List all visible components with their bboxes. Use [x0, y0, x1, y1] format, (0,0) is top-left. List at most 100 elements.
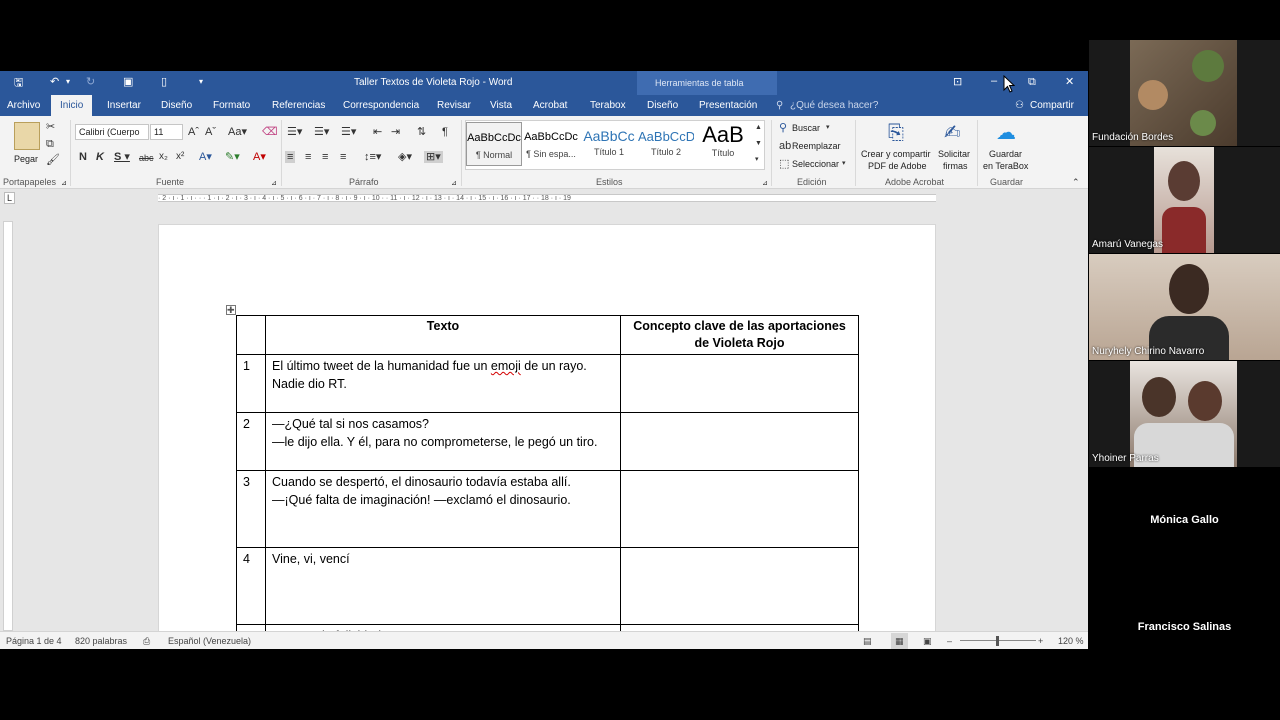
page-count[interactable]: Página 1 de 4	[6, 632, 62, 649]
replace-icon[interactable]: ab	[779, 140, 791, 152]
cut-icon[interactable]: ✂	[46, 121, 55, 133]
restore-icon[interactable]: ⧉	[1028, 76, 1036, 88]
format-painter-icon[interactable]: 🖌	[46, 154, 60, 166]
zoom-level[interactable]: 120 %	[1058, 632, 1084, 649]
text-effects-icon[interactable]: A▾	[199, 151, 212, 163]
create-pdf-label-2[interactable]: PDF de Adobe	[868, 161, 927, 171]
redo-icon[interactable]: ↻	[86, 76, 95, 88]
change-case-icon[interactable]: Aa▾	[228, 126, 247, 138]
tab-referencias[interactable]: Referencias	[272, 95, 325, 116]
terabox-save-label[interactable]: Guardar	[989, 149, 1022, 159]
subscript-icon[interactable]: x₂	[159, 151, 168, 163]
row-concept[interactable]	[620, 354, 859, 413]
align-left-icon[interactable]: ≡	[285, 151, 296, 163]
borders-icon[interactable]: ⊞▾	[424, 151, 443, 163]
print-layout-icon[interactable]: ▦	[891, 633, 908, 649]
row-concept[interactable]	[620, 412, 859, 471]
tab-revisar[interactable]: Revisar	[437, 95, 471, 116]
undo-icon[interactable]: ↶	[50, 76, 59, 88]
header-concepto[interactable]: Concepto clave de las aportaciones de Vi…	[620, 315, 859, 355]
misspelled-word[interactable]: emoji	[491, 359, 521, 373]
row-number[interactable]: 4	[236, 547, 266, 625]
style-titulo-2[interactable]: AaBbCcD Título 2	[638, 122, 694, 166]
bullets-icon[interactable]: ☰▾	[287, 126, 302, 138]
italic-icon[interactable]: K	[96, 151, 104, 163]
copy-icon[interactable]: ⧉	[46, 138, 54, 150]
superscript-icon[interactable]: x²	[176, 151, 184, 163]
tab-vista[interactable]: Vista	[490, 95, 512, 116]
decrease-indent-icon[interactable]: ⇤	[373, 126, 382, 138]
clear-formatting-icon[interactable]: ⌫	[262, 126, 278, 138]
row-text[interactable]: Cuando se despertó, el dinosaurio todaví…	[265, 470, 621, 548]
styles-scroll-down-icon[interactable]: ▼	[755, 138, 762, 150]
find-button[interactable]: Buscar	[792, 123, 820, 133]
share-button[interactable]: Compartir	[1030, 95, 1074, 116]
select-button[interactable]: Seleccionar	[792, 159, 839, 169]
share-icon[interactable]: ⚇	[1015, 95, 1024, 116]
ruler-scale[interactable]: · 2 · ı · 1 · ı · · · 1 · ı · 2 · ı · 3 …	[158, 194, 936, 202]
paste-icon[interactable]	[14, 122, 40, 150]
strikethrough-icon[interactable]: abc	[139, 152, 154, 164]
numbering-icon[interactable]: ☰▾	[314, 126, 329, 138]
tab-acrobat[interactable]: Acrobat	[533, 95, 567, 116]
style-titulo[interactable]: AaB Título	[695, 122, 751, 166]
language-indicator[interactable]: Español (Venezuela)	[168, 632, 251, 649]
row-concept[interactable]	[620, 547, 859, 625]
zoom-in-icon[interactable]: +	[1038, 632, 1043, 649]
grow-font-icon[interactable]: Aˆ	[188, 126, 199, 138]
web-layout-icon[interactable]: ▣	[923, 632, 932, 649]
tab-selector-icon[interactable]: L	[4, 192, 16, 204]
participant-tile[interactable]: Amarú Vanegas	[1089, 147, 1280, 253]
tell-me-box[interactable]: ¿Qué desea hacer?	[790, 95, 878, 116]
tab-archivo[interactable]: Archivo	[7, 95, 40, 116]
document-page[interactable]: ✚ Texto Concepto clave de las aportacion…	[158, 224, 936, 644]
align-center-icon[interactable]: ≡	[305, 151, 311, 163]
proofing-icon[interactable]: ⎙	[143, 632, 150, 649]
minimize-icon[interactable]: –	[991, 75, 997, 87]
word-count[interactable]: 820 palabras	[75, 632, 127, 649]
row-concept[interactable]	[620, 470, 859, 548]
new-document-icon[interactable]: ▯	[161, 76, 167, 88]
request-signatures-icon[interactable]: ✍	[944, 122, 961, 144]
row-text[interactable]: Vine, vi, vencí	[265, 547, 621, 625]
row-number[interactable]: 1	[236, 354, 266, 413]
style-titulo-1[interactable]: AaBbCc Título 1	[581, 122, 637, 166]
justify-icon[interactable]: ≡	[340, 151, 346, 163]
bold-icon[interactable]: N	[79, 151, 87, 163]
tab-insertar[interactable]: Insertar	[107, 95, 141, 116]
participant-tile[interactable]: Yhoiner Parras	[1089, 361, 1280, 467]
request-signatures-label[interactable]: Solicitar	[938, 149, 970, 159]
undo-dropdown-icon[interactable]: ▾	[66, 76, 70, 88]
participant-tile[interactable]: Mónica Gallo	[1089, 468, 1280, 574]
terabox-cloud-icon[interactable]: ☁	[996, 122, 1016, 144]
find-dropdown-icon[interactable]: ▾	[826, 122, 830, 134]
clipboard-launcher-icon[interactable]: ⊿	[61, 178, 67, 190]
header-num[interactable]	[236, 315, 266, 355]
multilevel-list-icon[interactable]: ☰▾	[341, 126, 356, 138]
zoom-slider-thumb[interactable]	[996, 636, 999, 646]
style-sin-espaciado[interactable]: AaBbCcDc ¶ Sin espa...	[523, 122, 579, 166]
row-number[interactable]: 3	[236, 470, 266, 548]
row-number[interactable]: 2	[236, 412, 266, 471]
participant-tile[interactable]: Nuryhely Chirino Navarro	[1089, 254, 1280, 360]
line-spacing-icon[interactable]: ↕≡▾	[364, 151, 381, 163]
table-move-handle-icon[interactable]: ✚	[226, 305, 236, 315]
tab-terabox[interactable]: Terabox	[590, 95, 626, 116]
tab-diseno-tabla[interactable]: Diseño	[647, 95, 678, 116]
tab-correspondencia[interactable]: Correspondencia	[343, 95, 419, 116]
shrink-font-icon[interactable]: Aˇ	[205, 126, 216, 138]
read-mode-icon[interactable]: ▤	[863, 632, 872, 649]
highlight-icon[interactable]: ✎▾	[225, 151, 240, 163]
paste-button[interactable]: Pegar	[14, 154, 38, 164]
clipboard-icon[interactable]: ▣	[123, 76, 133, 88]
zoom-out-icon[interactable]: –	[947, 632, 952, 649]
replace-button[interactable]: Reemplazar	[792, 141, 841, 151]
tab-formato[interactable]: Formato	[213, 95, 250, 116]
increase-indent-icon[interactable]: ⇥	[391, 126, 400, 138]
tab-inicio[interactable]: Inicio	[51, 95, 93, 116]
select-dropdown-icon[interactable]: ▾	[842, 158, 846, 170]
sort-icon[interactable]: ⇅	[417, 126, 426, 138]
save-icon[interactable]: 🖫	[14, 77, 23, 89]
tell-me-icon[interactable]: ⚲	[776, 95, 783, 116]
underline-icon[interactable]: S ▾	[114, 151, 130, 163]
